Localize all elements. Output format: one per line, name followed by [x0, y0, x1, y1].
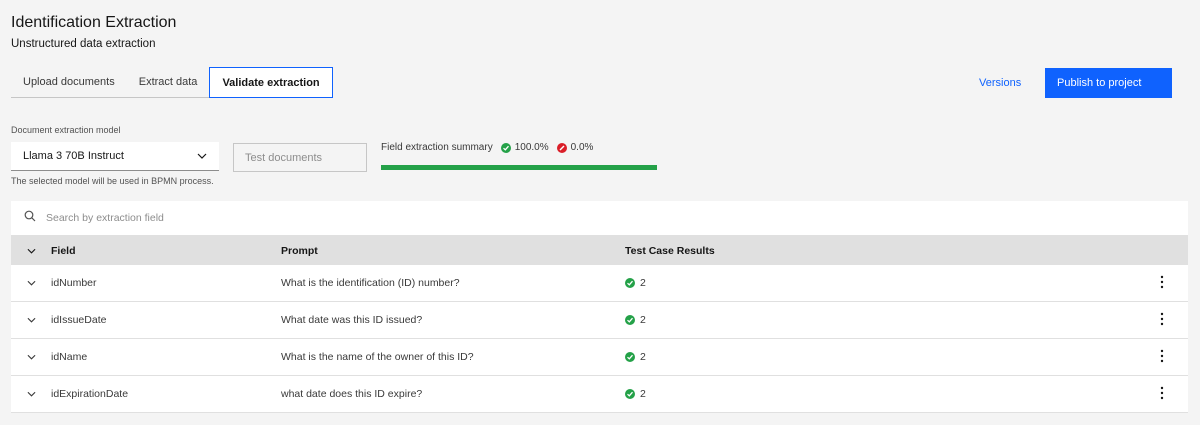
test-result: 2 [625, 277, 1135, 289]
success-percentage: 100.0% [514, 142, 549, 153]
tab-list: Upload documents Extract data Validate e… [11, 67, 333, 98]
progress-fill [381, 165, 657, 170]
expand-all-button[interactable] [11, 245, 51, 257]
chevron-down-icon [27, 388, 36, 400]
chevron-down-icon [27, 351, 36, 363]
overflow-menu-icon [1160, 275, 1164, 292]
overflow-menu-icon [1160, 312, 1164, 329]
success-rate: 100.0% [500, 142, 549, 153]
column-header-results: Test Case Results [625, 244, 715, 257]
chevron-down-icon [27, 314, 36, 326]
row-overflow-menu[interactable] [1135, 349, 1188, 366]
test-documents-button[interactable]: Test documents [233, 143, 367, 172]
field-name: idExpirationDate [51, 388, 129, 400]
table-row: idNumber What is the identification (ID)… [11, 265, 1188, 302]
model-select-dropdown[interactable]: Llama 3 70B Instruct [11, 142, 219, 171]
field-extraction-summary: Field extraction summary 100.0% 0.0% [381, 142, 593, 153]
model-select-label: Document extraction model [11, 125, 121, 135]
test-result-count: 2 [640, 388, 646, 400]
summary-label: Field extraction summary [381, 142, 493, 153]
chevron-down-icon [27, 245, 36, 257]
checkmark-circle-icon [625, 352, 635, 362]
table-row: idIssueDate What date was this ID issued… [11, 302, 1188, 339]
checkmark-circle-icon [625, 315, 635, 325]
app-page: Identification Extraction Unstructured d… [0, 0, 1200, 425]
test-result-count: 2 [640, 277, 646, 289]
error-circle-icon [556, 142, 567, 153]
field-name: idName [51, 351, 88, 363]
checkmark-circle-icon [625, 389, 635, 399]
table-row: idName What is the name of the owner of … [11, 339, 1188, 376]
failure-percentage: 0.0% [570, 142, 594, 153]
chevron-down-icon [197, 150, 207, 162]
tab-validate-extraction[interactable]: Validate extraction [209, 67, 333, 98]
checkmark-circle-icon [625, 278, 635, 288]
page-subtitle: Unstructured data extraction [11, 38, 156, 50]
versions-link[interactable]: Versions [979, 77, 1021, 89]
table-search [11, 201, 1188, 236]
column-header-field: Field [51, 244, 76, 257]
chevron-down-icon [27, 277, 36, 289]
search-input[interactable] [46, 212, 646, 224]
failure-rate: 0.0% [556, 142, 594, 153]
overflow-menu-icon [1160, 349, 1164, 366]
test-result: 2 [625, 351, 1135, 363]
row-expand-button[interactable] [11, 388, 51, 400]
column-header-prompt: Prompt [281, 244, 318, 257]
extraction-progress-bar [381, 165, 657, 170]
table-row: idExpirationDate what date does this ID … [11, 376, 1188, 413]
test-result: 2 [625, 314, 1135, 326]
tab-extract-data[interactable]: Extract data [126, 67, 210, 98]
field-name: idIssueDate [51, 314, 107, 326]
extraction-fields-table: Field Prompt Test Case Results idNumber … [11, 201, 1188, 413]
row-expand-button[interactable] [11, 351, 51, 363]
page-title: Identification Extraction [11, 14, 177, 31]
field-prompt: What is the name of the owner of this ID… [281, 351, 474, 363]
field-prompt: What is the identification (ID) number? [281, 277, 460, 289]
row-overflow-menu[interactable] [1135, 312, 1188, 329]
test-result-count: 2 [640, 314, 646, 326]
model-select-value: Llama 3 70B Instruct [23, 150, 124, 162]
row-overflow-menu[interactable] [1135, 386, 1188, 403]
field-prompt: what date does this ID expire? [281, 388, 423, 400]
row-expand-button[interactable] [11, 314, 51, 326]
search-icon [24, 209, 36, 227]
publish-to-project-button[interactable]: Publish to project [1045, 68, 1172, 98]
overflow-menu-icon [1160, 386, 1164, 403]
row-expand-button[interactable] [11, 277, 51, 289]
row-overflow-menu[interactable] [1135, 275, 1188, 292]
checkmark-circle-icon [500, 142, 511, 153]
field-name: idNumber [51, 277, 97, 289]
field-prompt: What date was this ID issued? [281, 314, 423, 326]
test-result: 2 [625, 388, 1135, 400]
model-helper-text: The selected model will be used in BPMN … [11, 176, 214, 186]
tab-upload-documents[interactable]: Upload documents [11, 67, 127, 98]
table-header: Field Prompt Test Case Results [11, 236, 1188, 265]
test-result-count: 2 [640, 351, 646, 363]
